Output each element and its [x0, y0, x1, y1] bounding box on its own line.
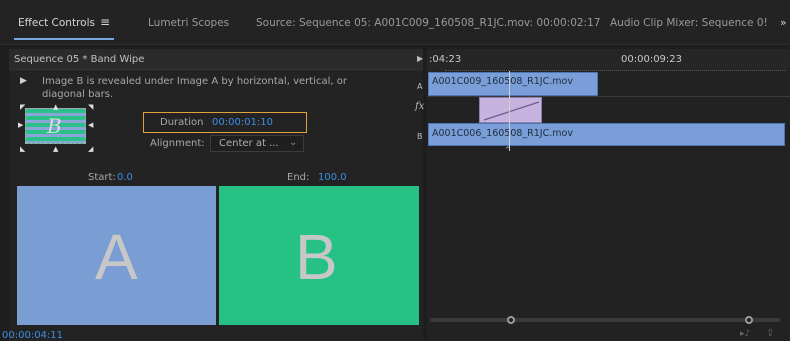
- current-timecode[interactable]: 00:00:04:11: [2, 330, 63, 341]
- ruler-end-time: 00:00:09:23: [621, 54, 683, 65]
- alignment-label: Alignment:: [150, 138, 205, 149]
- scrollbar-right-handle[interactable]: [745, 316, 753, 324]
- alignment-value: Center at ...: [219, 138, 279, 149]
- clip-b[interactable]: A001C006_160508_R1JC.mov: [428, 123, 785, 146]
- duration-label: Duration: [160, 117, 204, 128]
- direction-arrow-n-icon[interactable]: ▲: [53, 103, 58, 111]
- wipe-direction-thumbnail[interactable]: B: [25, 108, 86, 144]
- timeline-scrollbar[interactable]: [430, 318, 780, 322]
- transition-block[interactable]: [479, 97, 542, 123]
- export-icon[interactable]: ⇪: [766, 328, 774, 339]
- tab-effect-controls[interactable]: Effect Controls: [18, 17, 95, 29]
- tab-source-monitor[interactable]: Source: Sequence 05: A001C009_160508_R1J…: [256, 17, 600, 29]
- transition-description: Image B is revealed under Image A by hor…: [42, 76, 347, 100]
- direction-arrow-e-icon[interactable]: ◀: [88, 121, 93, 129]
- play-audio-icon[interactable]: ▸♪: [740, 329, 750, 339]
- play-only-transition-icon[interactable]: ▶: [417, 54, 423, 63]
- direction-arrow-w-icon[interactable]: ▶: [18, 121, 23, 129]
- preview-a-letter: A: [95, 221, 138, 293]
- direction-arrow-ne-icon[interactable]: ◥: [88, 103, 93, 111]
- preview-b-letter: B: [295, 221, 338, 293]
- sequence-effect-label: Sequence 05 * Band Wipe: [14, 54, 145, 65]
- alignment-dropdown[interactable]: Center at ... ⌄: [210, 135, 304, 152]
- tab-overflow-icon[interactable]: »: [780, 17, 786, 29]
- active-tab-indicator: [14, 38, 114, 40]
- start-value[interactable]: 0.0: [117, 172, 133, 183]
- start-label: Start:: [88, 172, 116, 183]
- ruler-start-time: :04:23: [429, 54, 462, 65]
- clip-a[interactable]: A001C009_160508_R1JC.mov: [428, 72, 598, 96]
- tab-audio-clip-mixer[interactable]: Audio Clip Mixer: Sequence 0!: [610, 17, 768, 29]
- end-label: End:: [287, 172, 310, 183]
- playhead[interactable]: [509, 71, 510, 151]
- fx-icon: fx: [415, 101, 425, 112]
- duration-value[interactable]: 00:00:01:10: [212, 117, 273, 128]
- ruler-ticks: [445, 66, 785, 71]
- preview-b: B: [219, 186, 419, 325]
- chevron-down-icon: ⌄: [289, 137, 298, 148]
- panel-tab-bar: Effect Controls ≡ Lumetri Scopes Source:…: [0, 0, 790, 45]
- playhead-marker-icon: ^: [505, 146, 511, 154]
- direction-arrow-se-icon[interactable]: ◢: [88, 145, 93, 153]
- track-b-label: B: [417, 132, 423, 141]
- direction-arrow-sw-icon[interactable]: ◣: [20, 145, 25, 153]
- clip-a-name: A001C009_160508_R1JC.mov: [432, 76, 573, 87]
- direction-arrow-s-icon[interactable]: ▲: [53, 145, 58, 153]
- preview-a: A: [17, 186, 216, 325]
- thumbnail-letter: B: [47, 114, 62, 138]
- scrollbar-left-handle[interactable]: [507, 316, 515, 324]
- play-transition-icon[interactable]: ▶: [20, 76, 27, 86]
- panel-menu-icon[interactable]: ≡: [100, 15, 110, 29]
- transition-diagonal-icon: [483, 101, 540, 121]
- clip-b-name: A001C006_160508_R1JC.mov: [432, 128, 573, 139]
- tab-lumetri-scopes[interactable]: Lumetri Scopes: [148, 17, 229, 29]
- direction-arrow-nw-icon[interactable]: ◤: [20, 103, 25, 111]
- end-value[interactable]: 100.0: [318, 172, 347, 183]
- track-a-label: A: [417, 82, 423, 91]
